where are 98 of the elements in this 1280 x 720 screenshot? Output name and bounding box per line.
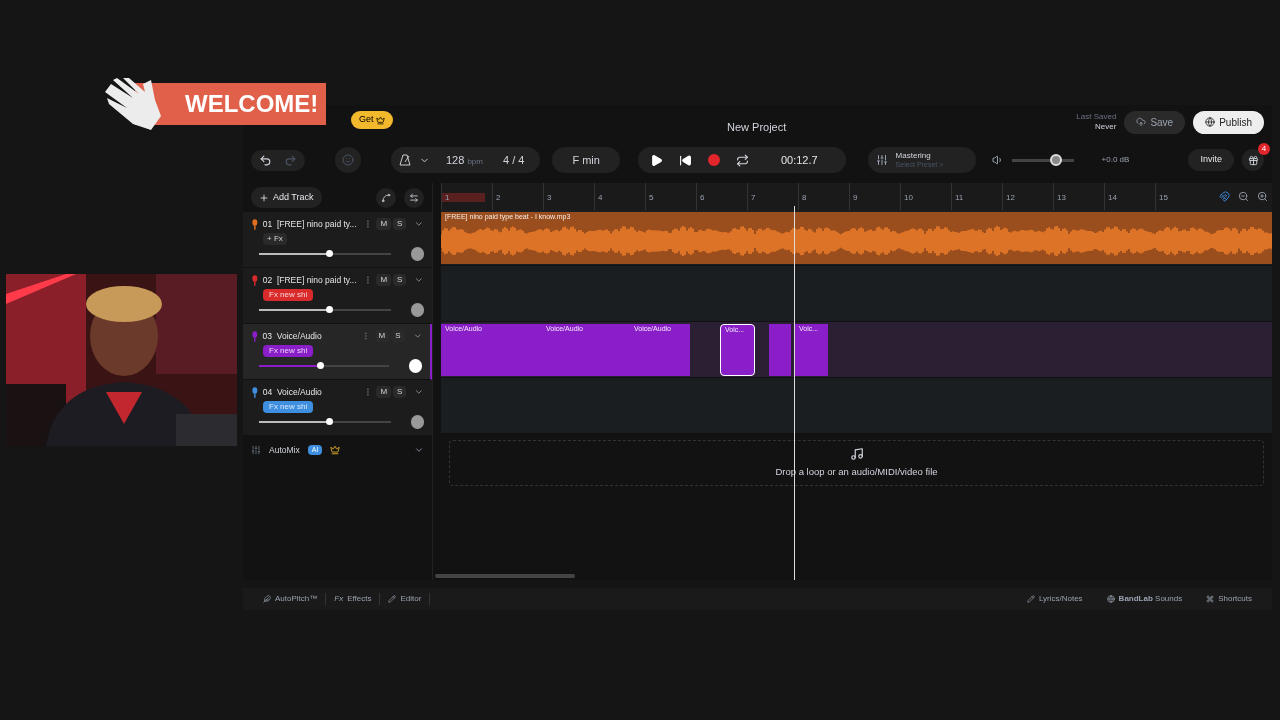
- bar-number: 10: [903, 193, 913, 202]
- pan-knob[interactable]: [409, 359, 422, 373]
- track-header[interactable]: 02 [FREE] nino paid ty... M S Fx new shi: [243, 268, 432, 324]
- time-display: 00:12.7: [779, 152, 819, 168]
- solo-button[interactable]: S: [393, 218, 407, 231]
- bar-number: 15: [1158, 193, 1168, 202]
- sliders-icon: [251, 445, 261, 455]
- bar-number: 8: [801, 193, 807, 202]
- fx-button[interactable]: + Fx: [263, 232, 287, 245]
- collapse-button[interactable]: [404, 187, 424, 208]
- voice-clip[interactable]: [769, 324, 791, 376]
- sliders-icon: [875, 154, 888, 166]
- pencil-icon: [1026, 595, 1035, 603]
- play-icon[interactable]: [649, 153, 663, 167]
- time-signature-field[interactable]: 4 / 4: [499, 151, 533, 169]
- pen-button[interactable]: [376, 187, 396, 208]
- bar-number: 14: [1107, 193, 1117, 202]
- bar-number: 9: [852, 193, 858, 202]
- track-header[interactable]: 01 [FREE] nino paid ty... M S + Fx: [243, 212, 432, 268]
- automix-label: AutoMix: [269, 443, 300, 457]
- bar-number: 11: [954, 193, 964, 202]
- arrows-icon: [409, 192, 419, 203]
- undo-icon[interactable]: [259, 153, 272, 167]
- metronome-icon[interactable]: [399, 154, 411, 166]
- pan-knob[interactable]: [411, 415, 424, 429]
- mute-button[interactable]: M: [374, 330, 390, 343]
- scrollbar[interactable]: [435, 574, 575, 578]
- loop-icon[interactable]: [735, 153, 749, 167]
- expand-icon[interactable]: [414, 445, 424, 455]
- bottom-tool-button[interactable]: AutoPitch™: [255, 593, 327, 605]
- volume-thumb[interactable]: [326, 418, 334, 425]
- bottom-tool-button[interactable]: Fx Effects: [326, 593, 381, 605]
- cloud-upload-icon: [1136, 117, 1147, 127]
- bottom-tool-button[interactable]: BandLab Sounds: [1098, 593, 1191, 605]
- bottom-tool-button[interactable]: Lyrics/Notes: [1018, 593, 1091, 605]
- invite-button[interactable]: Invite: [1188, 149, 1234, 171]
- zoom-out-icon[interactable]: [1238, 191, 1249, 202]
- mute-button[interactable]: M: [376, 274, 392, 287]
- crown-icon: [375, 115, 385, 125]
- notification-badge: 4: [1258, 143, 1270, 155]
- zoom-in-icon[interactable]: [1257, 191, 1268, 202]
- last-saved-value: Never: [1095, 122, 1117, 132]
- bar-number: 13: [1056, 193, 1066, 202]
- globe-icon: [1106, 595, 1115, 603]
- fx-tag[interactable]: Fx new shi: [263, 288, 314, 301]
- mute-button[interactable]: M: [376, 386, 392, 399]
- bottom-tool-button[interactable]: Editor: [380, 593, 431, 605]
- pan-knob[interactable]: [411, 247, 424, 261]
- smile-icon: [342, 154, 354, 166]
- fx-tag[interactable]: Fx new shi: [263, 344, 314, 357]
- bar-number: 7: [750, 193, 756, 202]
- skip-back-icon[interactable]: [678, 153, 692, 167]
- bar-number: 2: [495, 193, 501, 202]
- get-button[interactable]: Get: [351, 111, 393, 129]
- track-name: 03 Voice/Audio: [262, 330, 323, 343]
- pencil-icon: [388, 595, 397, 603]
- solo-button[interactable]: S: [391, 330, 405, 343]
- track-name: 02 [FREE] nino paid ty...: [262, 274, 358, 287]
- volume-thumb[interactable]: [326, 250, 334, 257]
- bar-number: 12: [1005, 193, 1015, 202]
- bar-number: 6: [699, 193, 705, 202]
- gift-button[interactable]: [1242, 149, 1264, 171]
- volume-thumb[interactable]: [326, 306, 334, 313]
- save-button[interactable]: Save: [1124, 110, 1186, 134]
- solo-button[interactable]: S: [393, 386, 407, 399]
- command-icon: [1206, 595, 1215, 603]
- speaker-icon[interactable]: [991, 154, 1004, 166]
- master-volume-thumb[interactable]: [1050, 153, 1063, 166]
- tempo-field[interactable]: 128 bpm: [438, 151, 491, 169]
- track-header[interactable]: 03 Voice/Audio M S Fx new shi: [243, 324, 432, 380]
- bar-number: 4: [597, 193, 603, 202]
- track-header[interactable]: 04 Voice/Audio M S Fx new shi: [243, 380, 432, 436]
- mastering-title: Mastering: [895, 151, 932, 160]
- bar-number: 5: [648, 193, 654, 202]
- track-name: 04 Voice/Audio: [262, 386, 323, 399]
- bar-number: 3: [546, 193, 552, 202]
- publish-button[interactable]: Publish: [1193, 110, 1264, 134]
- mute-button[interactable]: M: [376, 218, 392, 231]
- pan-knob[interactable]: [411, 303, 424, 317]
- bar-number: 1: [442, 193, 486, 202]
- solo-button[interactable]: S: [393, 274, 407, 287]
- crown-icon: [330, 445, 341, 455]
- volume-thumb[interactable]: [317, 362, 325, 369]
- bottom-tool-button[interactable]: Shortcuts: [1198, 593, 1260, 605]
- last-saved-label: Last Saved: [1076, 112, 1117, 122]
- track-name: 01 [FREE] nino paid ty...: [262, 218, 358, 231]
- music-note-icon: [849, 446, 864, 461]
- feather-icon: [263, 595, 271, 603]
- record-button[interactable]: [707, 154, 720, 166]
- master-volume-reading: +0.0 dB: [1101, 154, 1130, 166]
- plus-icon: [259, 192, 269, 203]
- add-track-button[interactable]: Add Track: [251, 186, 322, 209]
- magnet-icon[interactable]: [1219, 191, 1230, 202]
- globe-icon: [1205, 117, 1216, 127]
- curve-icon: [381, 192, 391, 203]
- project-title: New Project: [727, 120, 787, 135]
- key-button[interactable]: F min: [552, 147, 620, 173]
- gift-icon: [1247, 154, 1259, 166]
